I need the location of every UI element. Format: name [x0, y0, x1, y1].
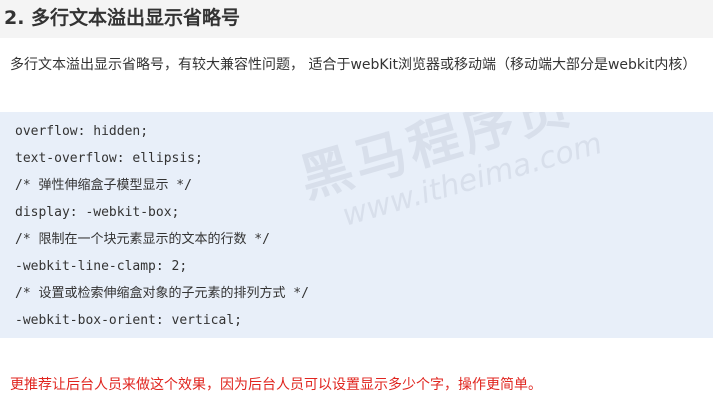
code-line: -webkit-line-clamp: 2; [15, 259, 188, 274]
code-comment: /* 弹性伸缩盒子模型显示 */ [15, 178, 192, 193]
code-comment: /* 限制在一个块元素显示的文本的行数 */ [15, 232, 270, 247]
code-line: display: -webkit-box; [15, 205, 180, 220]
code-line: overflow: hidden; [15, 124, 149, 139]
code-comment: /* 设置或检索伸缩盒对象的子元素的排列方式 */ [15, 286, 309, 301]
code-lines: overflow: hidden; text-overflow: ellipsi… [15, 118, 309, 334]
watermark-brand: 黑马程序员TM [293, 112, 580, 211]
section-heading: 2. 多行文本溢出显示省略号 [4, 7, 241, 29]
code-block: 黑马程序员TM www.itheima.com overflow: hidden… [0, 112, 713, 338]
code-line: text-overflow: ellipsis; [15, 151, 203, 166]
watermark-url: www.itheima.com [338, 126, 607, 234]
code-line: -webkit-box-orient: vertical; [15, 313, 242, 328]
recommendation-note: 更推荐让后台人员来做这个效果，因为后台人员可以设置显示多少个字，操作更简单。 [10, 377, 542, 393]
watermark: 黑马程序员TM www.itheima.com [290, 112, 612, 242]
heading-bar: 2. 多行文本溢出显示省略号 [0, 0, 713, 38]
intro-paragraph: 多行文本溢出显示省略号，有较大兼容性问题， 适合于webKit浏览器或移动端（移… [10, 57, 697, 73]
